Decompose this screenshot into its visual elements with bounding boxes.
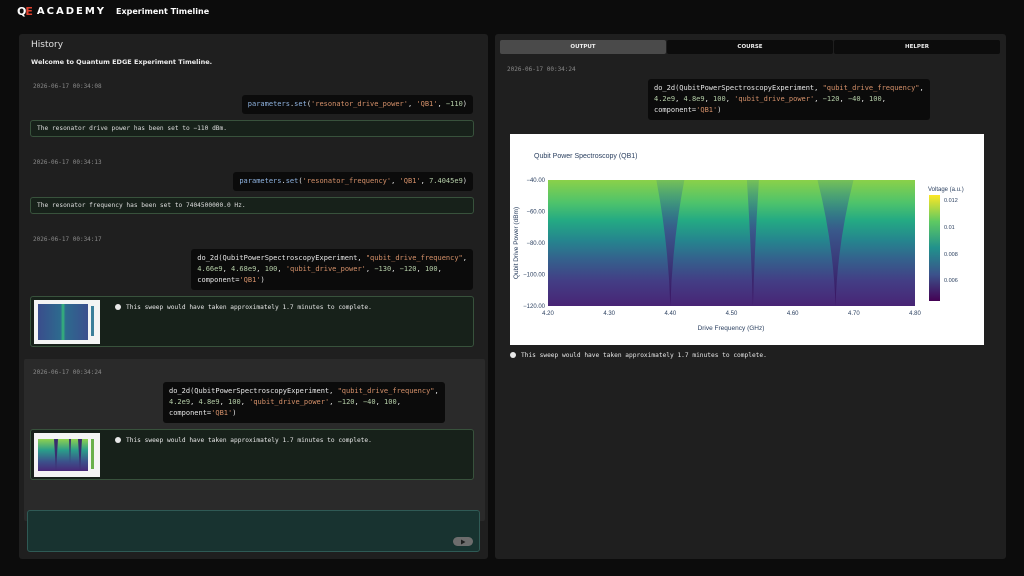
welcome-message: Welcome to Quantum EDGE Experiment Timel… bbox=[31, 58, 213, 66]
qe-logo-icon: QE bbox=[17, 4, 33, 18]
colorbar-tick-label: 0.012 bbox=[944, 198, 958, 204]
history-title: History bbox=[31, 40, 64, 50]
result-message: This sweep would have taken approximatel… bbox=[126, 304, 372, 311]
app-title: Experiment Timeline bbox=[116, 6, 210, 16]
output-panel: OUTPUT COURSE HELPER 2026-06-17 00:34:24… bbox=[495, 34, 1006, 559]
y-tick-label: −100.00 bbox=[523, 273, 546, 279]
colorbar-tick-label: 0.01 bbox=[944, 225, 955, 231]
tab-course[interactable]: COURSE bbox=[667, 40, 833, 54]
colorbar bbox=[929, 195, 940, 301]
x-tick-label: 4.80 bbox=[909, 311, 921, 317]
x-tick-label: 4.40 bbox=[664, 311, 676, 317]
active-history-entry[interactable]: 2026-06-17 00:34:24 do_2d(QubitPowerSpec… bbox=[24, 359, 485, 521]
top-bar: QE ACADEMY Experiment Timeline bbox=[0, 0, 1024, 22]
command-input[interactable] bbox=[27, 510, 480, 552]
y-axis-ticks: −40.00 −60.00 −80.00 −100.00 −120.00 bbox=[523, 178, 546, 310]
colorbar-tick-label: 0.006 bbox=[944, 278, 958, 284]
x-tick-label: 4.30 bbox=[603, 311, 615, 317]
y-tick-label: −60.00 bbox=[526, 210, 545, 216]
x-tick-label: 4.20 bbox=[542, 311, 554, 317]
history-panel: History Welcome to Quantum EDGE Experime… bbox=[19, 34, 488, 559]
output-result-message: This sweep would have taken approximatel… bbox=[521, 352, 767, 359]
radio-bullet-icon bbox=[115, 304, 121, 310]
spectroscopy-plot[interactable]: Qubit Power Spectroscopy (QB1) 4.20 4.30 4… bbox=[510, 134, 984, 345]
tab-bar: OUTPUT COURSE HELPER bbox=[500, 40, 1000, 54]
result-message: This sweep would have taken approximatel… bbox=[126, 437, 372, 444]
x-tick-label: 4.50 bbox=[726, 311, 738, 317]
entry-timestamp: 2026-06-17 00:34:13 bbox=[33, 159, 102, 166]
command-bubble[interactable]: do_2d(QubitPowerSpectroscopyExperiment, … bbox=[648, 79, 930, 120]
entry-timestamp: 2026-06-17 00:34:17 bbox=[33, 236, 102, 243]
result-card: This sweep would have taken approximatel… bbox=[30, 429, 474, 480]
command-bubble[interactable]: parameters.set('resonator_drive_power', … bbox=[241, 95, 473, 114]
colorbar-ticks: 0.012 0.01 0.008 0.006 bbox=[944, 198, 958, 284]
colorbar-label: Voltage (a.u.) bbox=[928, 187, 964, 193]
x-axis-label: Drive Frequency (GHz) bbox=[698, 325, 765, 332]
tab-helper[interactable]: HELPER bbox=[834, 40, 1000, 54]
chart-title: Qubit Power Spectroscopy (QB1) bbox=[534, 153, 638, 160]
result-message: The resonator frequency has been set to … bbox=[30, 197, 474, 214]
output-timestamp: 2026-06-17 00:34:24 bbox=[507, 66, 576, 73]
command-bubble[interactable]: parameters.set('resonator_frequency', 'Q… bbox=[233, 172, 473, 191]
entry-timestamp: 2026-06-17 00:34:24 bbox=[33, 369, 102, 376]
x-axis-ticks: 4.20 4.30 4.40 4.50 4.60 4.70 4.80 bbox=[542, 311, 921, 317]
send-button[interactable] bbox=[453, 537, 473, 546]
command-bubble[interactable]: do_2d(QubitPowerSpectroscopyExperiment, … bbox=[191, 249, 473, 290]
sweep-thumbnail[interactable] bbox=[34, 433, 100, 477]
y-tick-label: −120.00 bbox=[523, 304, 546, 310]
result-message: The resonator drive power has been set t… bbox=[30, 120, 474, 137]
heatmap-chart[interactable]: Qubit Power Spectroscopy (QB1) 4.20 4.30 4… bbox=[510, 134, 984, 345]
play-icon bbox=[461, 539, 466, 544]
colorbar-tick-label: 0.008 bbox=[944, 252, 958, 258]
y-tick-label: −40.00 bbox=[526, 178, 545, 184]
academy-logo[interactable]: QE ACADEMY bbox=[17, 5, 106, 18]
x-tick-label: 4.70 bbox=[848, 311, 860, 317]
command-bubble[interactable]: do_2d(QubitPowerSpectroscopyExperiment, … bbox=[163, 382, 445, 423]
radio-bullet-icon bbox=[115, 437, 121, 443]
heatmap-area[interactable] bbox=[548, 180, 915, 306]
entry-timestamp: 2026-06-17 00:34:08 bbox=[33, 83, 102, 90]
y-axis-label: Qubit Drive Power (dBm) bbox=[513, 207, 520, 279]
logo-text: ACADEMY bbox=[36, 5, 107, 17]
tab-output[interactable]: OUTPUT bbox=[500, 40, 666, 54]
x-tick-label: 4.60 bbox=[787, 311, 799, 317]
y-tick-label: −80.00 bbox=[526, 241, 545, 247]
sweep-thumbnail[interactable] bbox=[34, 300, 100, 344]
result-card: This sweep would have taken approximatel… bbox=[30, 296, 474, 347]
radio-bullet-icon bbox=[510, 352, 516, 358]
